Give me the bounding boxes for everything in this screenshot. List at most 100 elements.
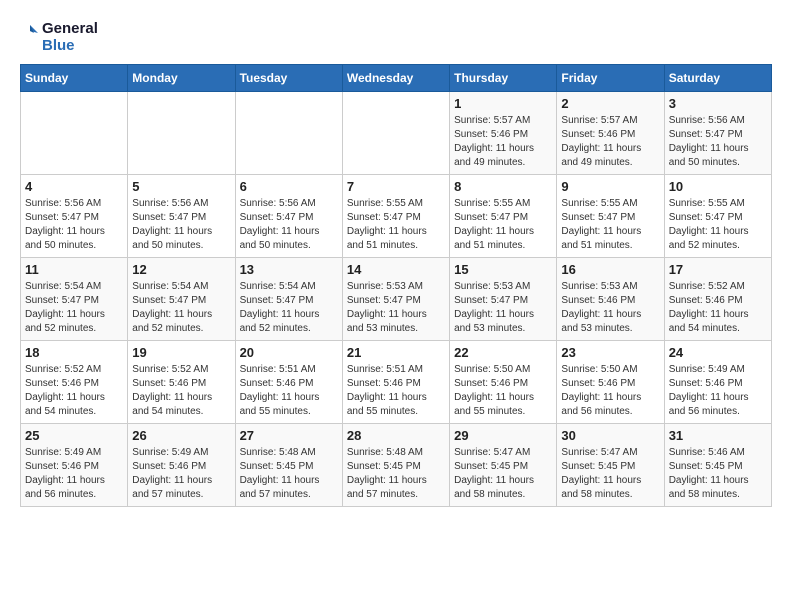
day-number: 20 <box>240 345 338 360</box>
calendar-cell: 31 Sunrise: 5:46 AM Sunset: 5:45 PM Dayli… <box>664 424 771 507</box>
calendar-cell: 1 Sunrise: 5:57 AM Sunset: 5:46 PM Daylig… <box>450 92 557 175</box>
day-info: Sunrise: 5:56 AM Sunset: 5:47 PM Dayligh… <box>25 197 123 253</box>
day-info: Sunrise: 5:52 AM Sunset: 5:46 PM Dayligh… <box>669 280 767 336</box>
weekday-header-thursday: Thursday <box>450 65 557 92</box>
weekday-header-sunday: Sunday <box>21 65 128 92</box>
day-info: Sunrise: 5:55 AM Sunset: 5:47 PM Dayligh… <box>454 197 552 253</box>
day-info: Sunrise: 5:46 AM Sunset: 5:45 PM Dayligh… <box>669 446 767 502</box>
day-info: Sunrise: 5:52 AM Sunset: 5:46 PM Dayligh… <box>132 363 230 419</box>
calendar-cell: 20 Sunrise: 5:51 AM Sunset: 5:46 PM Dayli… <box>235 341 342 424</box>
calendar-cell: 2 Sunrise: 5:57 AM Sunset: 5:46 PM Daylig… <box>557 92 664 175</box>
day-info: Sunrise: 5:49 AM Sunset: 5:46 PM Dayligh… <box>669 363 767 419</box>
calendar-cell: 16 Sunrise: 5:53 AM Sunset: 5:46 PM Dayli… <box>557 258 664 341</box>
day-number: 2 <box>561 96 659 111</box>
calendar-cell: 5 Sunrise: 5:56 AM Sunset: 5:47 PM Daylig… <box>128 175 235 258</box>
calendar-cell: 29 Sunrise: 5:47 AM Sunset: 5:45 PM Dayli… <box>450 424 557 507</box>
calendar-cell: 11 Sunrise: 5:54 AM Sunset: 5:47 PM Dayli… <box>21 258 128 341</box>
day-info: Sunrise: 5:53 AM Sunset: 5:46 PM Dayligh… <box>561 280 659 336</box>
calendar-cell: 15 Sunrise: 5:53 AM Sunset: 5:47 PM Dayli… <box>450 258 557 341</box>
calendar-cell <box>128 92 235 175</box>
calendar-cell: 12Sunrise: 5:54 AM Sunset: 5:47 PM Dayli… <box>128 258 235 341</box>
day-info: Sunrise: 5:54 AM Sunset: 5:47 PM Dayligh… <box>25 280 123 336</box>
day-info: Sunrise: 5:47 AM Sunset: 5:45 PM Dayligh… <box>454 446 552 502</box>
day-info: Sunrise: 5:53 AM Sunset: 5:47 PM Dayligh… <box>454 280 552 336</box>
day-info: Sunrise: 5:50 AM Sunset: 5:46 PM Dayligh… <box>454 363 552 419</box>
calendar-cell: 10 Sunrise: 5:55 AM Sunset: 5:47 PM Dayli… <box>664 175 771 258</box>
day-number: 7 <box>347 179 445 194</box>
calendar-week-row: 1 Sunrise: 5:57 AM Sunset: 5:46 PM Daylig… <box>21 92 772 175</box>
calendar-cell: 8 Sunrise: 5:55 AM Sunset: 5:47 PM Daylig… <box>450 175 557 258</box>
weekday-header-monday: Monday <box>128 65 235 92</box>
calendar-cell <box>21 92 128 175</box>
calendar-cell: 4 Sunrise: 5:56 AM Sunset: 5:47 PM Daylig… <box>21 175 128 258</box>
day-info: Sunrise: 5:55 AM Sunset: 5:47 PM Dayligh… <box>669 197 767 253</box>
calendar-week-row: 11 Sunrise: 5:54 AM Sunset: 5:47 PM Dayli… <box>21 258 772 341</box>
day-info: Sunrise: 5:47 AM Sunset: 5:45 PM Dayligh… <box>561 446 659 502</box>
day-number: 17 <box>669 262 767 277</box>
calendar-cell: 17 Sunrise: 5:52 AM Sunset: 5:46 PM Dayli… <box>664 258 771 341</box>
day-info: Sunrise: 5:56 AM Sunset: 5:47 PM Dayligh… <box>132 197 230 253</box>
day-info: Sunrise: 5:57 AM Sunset: 5:46 PM Dayligh… <box>454 114 552 170</box>
day-number: 27 <box>240 428 338 443</box>
calendar-cell: 27 Sunrise: 5:48 AM Sunset: 5:45 PM Dayli… <box>235 424 342 507</box>
calendar-cell: 14Sunrise: 5:53 AM Sunset: 5:47 PM Dayli… <box>342 258 449 341</box>
calendar-cell: 19Sunrise: 5:52 AM Sunset: 5:46 PM Dayli… <box>128 341 235 424</box>
day-number: 14 <box>347 262 445 277</box>
day-number: 31 <box>669 428 767 443</box>
day-number: 12 <box>132 262 230 277</box>
day-info: Sunrise: 5:48 AM Sunset: 5:45 PM Dayligh… <box>347 446 445 502</box>
day-number: 9 <box>561 179 659 194</box>
calendar-cell: 25Sunrise: 5:49 AM Sunset: 5:46 PM Dayli… <box>21 424 128 507</box>
weekday-header-friday: Friday <box>557 65 664 92</box>
day-info: Sunrise: 5:55 AM Sunset: 5:47 PM Dayligh… <box>347 197 445 253</box>
weekday-header-row: SundayMondayTuesdayWednesdayThursdayFrid… <box>21 65 772 92</box>
calendar-header: SundayMondayTuesdayWednesdayThursdayFrid… <box>21 65 772 92</box>
day-info: Sunrise: 5:54 AM Sunset: 5:47 PM Dayligh… <box>240 280 338 336</box>
calendar-cell: 9Sunrise: 5:55 AM Sunset: 5:47 PM Daylig… <box>557 175 664 258</box>
weekday-header-tuesday: Tuesday <box>235 65 342 92</box>
logo-text-general: General <box>42 20 98 37</box>
day-number: 4 <box>25 179 123 194</box>
day-number: 11 <box>25 262 123 277</box>
calendar-cell: 18 Sunrise: 5:52 AM Sunset: 5:46 PM Dayli… <box>21 341 128 424</box>
weekday-header-wednesday: Wednesday <box>342 65 449 92</box>
day-info: Sunrise: 5:51 AM Sunset: 5:46 PM Dayligh… <box>240 363 338 419</box>
calendar-cell: 30 Sunrise: 5:47 AM Sunset: 5:45 PM Dayli… <box>557 424 664 507</box>
day-number: 3 <box>669 96 767 111</box>
day-info: Sunrise: 5:49 AM Sunset: 5:46 PM Dayligh… <box>25 446 123 502</box>
day-number: 1 <box>454 96 552 111</box>
day-number: 15 <box>454 262 552 277</box>
day-info: Sunrise: 5:48 AM Sunset: 5:45 PM Dayligh… <box>240 446 338 502</box>
day-number: 22 <box>454 345 552 360</box>
calendar-cell <box>235 92 342 175</box>
calendar-cell: 13 Sunrise: 5:54 AM Sunset: 5:47 PM Dayli… <box>235 258 342 341</box>
calendar-cell: 22 Sunrise: 5:50 AM Sunset: 5:46 PM Dayli… <box>450 341 557 424</box>
day-number: 6 <box>240 179 338 194</box>
day-info: Sunrise: 5:52 AM Sunset: 5:46 PM Dayligh… <box>25 363 123 419</box>
calendar-body: 1 Sunrise: 5:57 AM Sunset: 5:46 PM Daylig… <box>21 92 772 507</box>
calendar-week-row: 18 Sunrise: 5:52 AM Sunset: 5:46 PM Dayli… <box>21 341 772 424</box>
day-info: Sunrise: 5:56 AM Sunset: 5:47 PM Dayligh… <box>669 114 767 170</box>
day-info: Sunrise: 5:50 AM Sunset: 5:46 PM Dayligh… <box>561 363 659 419</box>
day-number: 26 <box>132 428 230 443</box>
day-number: 30 <box>561 428 659 443</box>
day-number: 18 <box>25 345 123 360</box>
calendar-cell: 7 Sunrise: 5:55 AM Sunset: 5:47 PM Daylig… <box>342 175 449 258</box>
day-number: 16 <box>561 262 659 277</box>
day-number: 8 <box>454 179 552 194</box>
day-info: Sunrise: 5:57 AM Sunset: 5:46 PM Dayligh… <box>561 114 659 170</box>
day-number: 13 <box>240 262 338 277</box>
calendar-week-row: 4 Sunrise: 5:56 AM Sunset: 5:47 PM Daylig… <box>21 175 772 258</box>
day-info: Sunrise: 5:49 AM Sunset: 5:46 PM Dayligh… <box>132 446 230 502</box>
page-header: General Blue <box>20 20 772 54</box>
day-number: 21 <box>347 345 445 360</box>
calendar-cell: 26 Sunrise: 5:49 AM Sunset: 5:46 PM Dayli… <box>128 424 235 507</box>
day-number: 29 <box>454 428 552 443</box>
calendar-cell: 3 Sunrise: 5:56 AM Sunset: 5:47 PM Daylig… <box>664 92 771 175</box>
day-number: 24 <box>669 345 767 360</box>
day-number: 5 <box>132 179 230 194</box>
logo-bird-icon <box>20 23 40 51</box>
weekday-header-saturday: Saturday <box>664 65 771 92</box>
day-number: 28 <box>347 428 445 443</box>
day-number: 10 <box>669 179 767 194</box>
